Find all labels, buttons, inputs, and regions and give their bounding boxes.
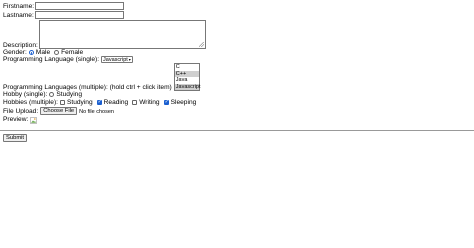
lang-multi-row: Programming Languages (multiple): (hold … xyxy=(3,63,471,91)
lastname-input[interactable] xyxy=(34,11,124,19)
lang-single-selected: Javascript xyxy=(103,56,128,63)
hobbies-reading-checkbox[interactable] xyxy=(96,99,102,105)
choose-file-button[interactable]: Choose File xyxy=(40,107,78,115)
preview-row: Preview: xyxy=(3,116,471,124)
lastname-label: Lastname: xyxy=(3,12,34,19)
lastname-row: Lastname: xyxy=(3,11,471,19)
hobbies-studying-label: Studying xyxy=(66,99,93,106)
hobbies-studying-checkbox[interactable] xyxy=(59,100,65,105)
submit-button[interactable]: Submit xyxy=(3,134,28,142)
file-upload-row: File Upload: Choose File No file chosen xyxy=(3,107,471,115)
gender-male-radio[interactable] xyxy=(28,50,34,55)
resize-grip-icon[interactable] xyxy=(198,42,204,47)
hobby-single-label: Hobby (single): xyxy=(3,91,48,98)
lang-multi-select[interactable]: C C++ Java Javascript xyxy=(173,63,201,91)
description-textarea[interactable] xyxy=(38,20,206,49)
hobby-studying-label: Studying xyxy=(56,91,83,98)
gender-male-label: Male xyxy=(35,49,51,56)
hobbies-sleeping-checkbox[interactable] xyxy=(163,99,169,105)
hobbies-writing-checkbox[interactable] xyxy=(132,100,138,105)
lang-multi-label: Programming Languages (multiple): (hold … xyxy=(3,84,172,91)
gender-female-radio[interactable] xyxy=(54,50,60,55)
hobbies-writing-label: Writing xyxy=(139,99,160,106)
description-label: Description: xyxy=(3,42,38,49)
hobbies-multi-row: Hobbies (multiple): Studying Reading Wri… xyxy=(3,99,471,106)
lang-option-javascript[interactable]: Javascript xyxy=(174,83,201,90)
registration-form: Firstname: Lastname: Description: Gender… xyxy=(0,0,474,125)
lang-single-row: Programming Language (single): Javascrip… xyxy=(3,56,471,63)
hobbies-multi-label: Hobbies (multiple): xyxy=(3,99,58,106)
gender-label: Gender: xyxy=(3,49,27,56)
hobbies-sleeping-label: Sleeping xyxy=(170,99,197,106)
lang-single-label: Programming Language (single): xyxy=(3,56,100,63)
gender-row: Gender: Male Female xyxy=(3,49,471,56)
form-divider xyxy=(0,130,474,131)
hobby-single-row: Hobby (single): Studying xyxy=(3,91,471,98)
hobbies-reading-label: Reading xyxy=(103,99,129,106)
file-status: No file chosen xyxy=(79,109,114,115)
file-upload-label: File Upload: xyxy=(3,108,39,115)
firstname-label: Firstname: xyxy=(3,3,35,10)
firstname-input[interactable] xyxy=(35,2,125,10)
submit-row: Submit xyxy=(0,134,474,142)
hobby-studying-radio[interactable] xyxy=(49,92,55,97)
description-row: Description: xyxy=(3,20,471,49)
lang-single-select[interactable]: Javascript ▾ xyxy=(101,56,133,63)
preview-label: Preview: xyxy=(3,116,29,123)
gender-female-label: Female xyxy=(61,49,84,56)
chevron-down-icon: ▾ xyxy=(128,57,131,62)
firstname-row: Firstname: xyxy=(3,2,471,10)
broken-image-icon xyxy=(30,117,38,124)
